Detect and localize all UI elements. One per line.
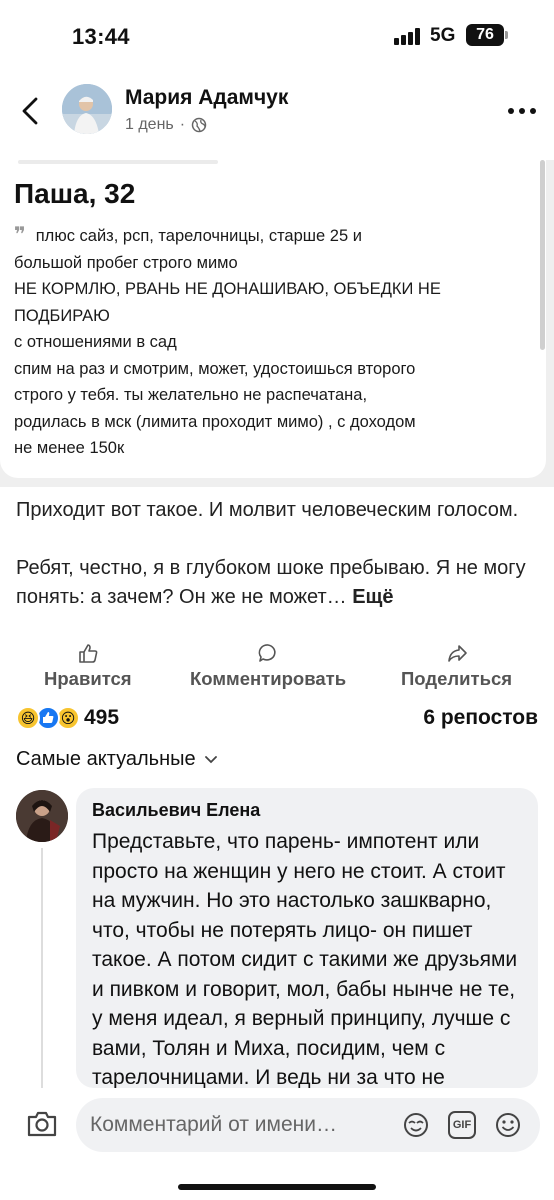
commenter-name[interactable]: Васильевич Елена: [92, 800, 522, 821]
image-quote: ❞ плюс сайз, рсп, тарелочницы, старше 25 …: [14, 222, 524, 462]
comment-icon: [258, 644, 276, 662]
network-type: 5G: [430, 25, 456, 46]
image-line: ПОДБИРАЮ: [14, 306, 110, 325]
post-image[interactable]: Паша, 32 ❞ плюс сайз, рсп, тарелочницы, с…: [0, 160, 554, 487]
image-title: Паша, 32: [14, 178, 136, 209]
see-more-link[interactable]: Ещё: [352, 586, 393, 608]
chevron-down-icon: [204, 755, 217, 763]
post-actions: Нравится Комментировать Поделиться: [0, 642, 554, 692]
status-time: 13:44: [72, 24, 130, 49]
comment-input[interactable]: [90, 1110, 390, 1140]
post-paragraph: Приходит вот такое. И молвит человечески…: [16, 499, 519, 521]
meta-separator: ·: [179, 116, 186, 133]
battery-icon: 76: [466, 24, 508, 46]
image-line: НЕ КОРМЛЮ, РВАНЬ НЕ ДОНАШИВАЮ, ОБЪЕДКИ Н…: [14, 280, 441, 298]
post-time: 1 день: [125, 116, 174, 133]
comment-input-container[interactable]: GIF: [76, 1098, 540, 1152]
image-top-edge: [18, 160, 218, 164]
comment-label: Комментировать: [190, 668, 347, 689]
emoji-icon[interactable]: [494, 1111, 522, 1139]
post-meta: 1 день ·: [125, 116, 207, 134]
image-line: не менее 150к: [14, 439, 125, 457]
back-icon[interactable]: [16, 94, 48, 128]
image-line: плюс сайз, рсп, тарелочницы, старше 25 и: [35, 227, 362, 245]
comment-sort-dropdown[interactable]: Самые актуальные: [16, 748, 218, 771]
image-scrollbar: [540, 160, 545, 350]
image-line: строго у тебя. ты желательно не распечат…: [14, 386, 368, 404]
reaction-count[interactable]: 495: [84, 706, 119, 730]
quote-icon: ❞: [14, 224, 26, 246]
cellular-signal-icon: [394, 27, 424, 45]
image-card: Паша, 32 ❞ плюс сайз, рсп, тарелочницы, с…: [0, 160, 546, 478]
share-label: Поделиться: [401, 668, 513, 689]
thumbs-up-icon: [78, 644, 98, 663]
more-options-icon[interactable]: [508, 108, 538, 116]
image-line: с отношениями в сад: [14, 333, 177, 351]
post-stats: 😆 😮 495 6 репостов: [0, 704, 554, 734]
comment-thread-line: [41, 848, 43, 1088]
comment-button[interactable]: Комментировать: [190, 642, 346, 690]
avatar-sticker-icon[interactable]: [402, 1111, 430, 1139]
image-line: родилась в мск (лимита проходит мимо) , …: [14, 412, 416, 431]
reaction-icons[interactable]: 😆 😮: [16, 706, 82, 730]
camera-icon[interactable]: [26, 1110, 58, 1138]
post-paragraph: Ребят, честно, я в глубоком шоке пребыва…: [16, 557, 526, 608]
post-body: Приходит вот такое. И молвит человечески…: [16, 496, 541, 612]
comment-text: Представьте, что парень- импотент или пр…: [92, 830, 518, 1088]
comment-bubble[interactable]: Васильевич Елена Представьте, что парень…: [76, 788, 538, 1088]
author-avatar[interactable]: [62, 84, 112, 134]
image-line: большой пробег строго мимо: [14, 253, 238, 272]
like-button[interactable]: Нравится: [44, 642, 132, 690]
home-indicator[interactable]: [178, 1184, 376, 1190]
globe-icon: [191, 117, 207, 133]
commenter-avatar[interactable]: [16, 790, 68, 842]
author-name[interactable]: Мария Адамчук: [125, 86, 288, 110]
share-button[interactable]: Поделиться: [401, 642, 512, 690]
status-bar: 13:44 5G 76: [0, 0, 554, 72]
share-icon: [447, 645, 467, 662]
sort-label: Самые актуальные: [16, 748, 196, 770]
gif-icon[interactable]: GIF: [448, 1111, 476, 1139]
image-line: спим на раз и смотрим, может, удостоишьс…: [14, 359, 416, 378]
like-label: Нравится: [44, 668, 132, 689]
laugh-reaction-icon: 😆: [16, 706, 40, 730]
repost-count[interactable]: 6 репостов: [423, 706, 538, 730]
post-header: Мария Адамчук 1 день ·: [0, 78, 554, 148]
